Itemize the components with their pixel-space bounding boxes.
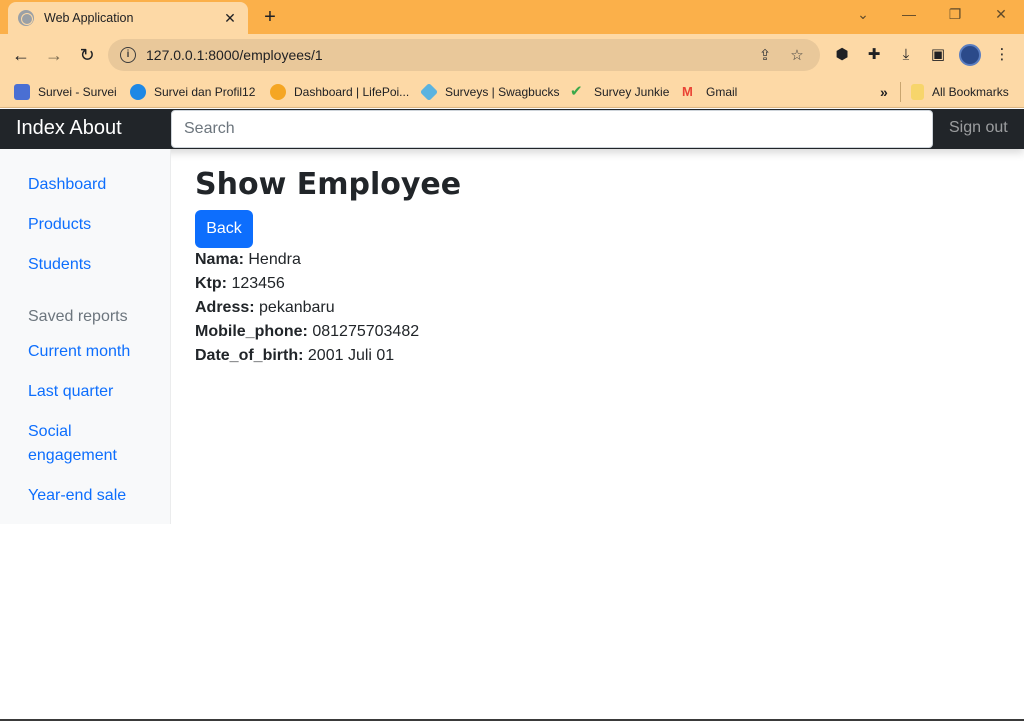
back-button[interactable]: Back [195, 210, 253, 248]
page-title: Show Employee [195, 167, 462, 202]
field-label: Mobile_phone: [195, 323, 308, 340]
profile-avatar[interactable] [959, 44, 981, 66]
sidebar-item-last-quarter[interactable]: Last quarter [28, 380, 113, 404]
sidebar-item-products[interactable]: Products [28, 213, 91, 237]
app-navbar: Index About Sign out [0, 109, 1024, 149]
sidebar-item-students[interactable]: Students [28, 253, 91, 277]
bookmark-item[interactable]: Dashboard | LifePoi... [270, 82, 409, 102]
browser-toolbar: ← → ↻ i 127.0.0.1:8000/employees/1 ⇪ ☆ ⬢… [0, 34, 1024, 76]
browser-tab-bar: Web Application ✕ + ⌄ — ❐ ✕ [0, 0, 1024, 34]
new-tab-button[interactable]: + [258, 5, 282, 29]
field-label: Adress: [195, 299, 255, 316]
all-bookmarks-label: All Bookmarks [932, 85, 1009, 99]
field-ktp: Ktp: 123456 [195, 272, 285, 296]
tab-search-icon[interactable]: ⌄ [840, 0, 886, 30]
bookmark-item[interactable]: M Gmail [682, 82, 737, 102]
bookmark-label: Surveys | Swagbucks [445, 85, 560, 99]
field-value: 081275703482 [312, 323, 420, 340]
extensions-puzzle-icon[interactable]: ✚ [863, 44, 885, 66]
globe-icon [18, 10, 34, 26]
menu-kebab-icon[interactable]: ⋮ [991, 44, 1013, 66]
sidebar-item-dashboard[interactable]: Dashboard [28, 173, 106, 197]
bookmark-favicon-icon [419, 82, 439, 102]
bookmark-favicon-icon [130, 84, 146, 100]
site-info-icon[interactable]: i [120, 47, 136, 63]
download-icon[interactable]: ⤓ [895, 44, 917, 66]
field-value: Hendra [248, 251, 301, 268]
sign-out-link[interactable]: Sign out [949, 119, 1008, 137]
bookmark-favicon-icon [270, 84, 286, 100]
gmail-icon: M [682, 84, 693, 99]
side-panel-icon[interactable]: ▣ [927, 44, 949, 66]
field-label: Date_of_birth: [195, 347, 304, 364]
field-value: pekanbaru [259, 299, 335, 316]
navbar-brand[interactable]: Index About [16, 117, 122, 140]
bookmark-favicon-icon [14, 84, 30, 100]
bookmarks-bar: Survei - Survei Survei dan Profil12 Dash… [0, 76, 1024, 108]
bookmark-label: Dashboard | LifePoi... [294, 85, 410, 99]
sidebar-item-year-end-sale[interactable]: Year-end sale [28, 484, 126, 508]
star-icon[interactable]: ☆ [786, 46, 808, 64]
sidebar-item-social-engagement[interactable]: Social engagement [28, 420, 138, 468]
bookmarks-divider [900, 82, 901, 102]
checkmark-icon: ✔ [570, 83, 583, 100]
tab-title: Web Application [44, 11, 134, 25]
forward-arrow-icon[interactable]: → [41, 42, 67, 68]
saved-reports-heading: Saved reports [28, 308, 128, 325]
field-adress: Adress: pekanbaru [195, 296, 335, 320]
reload-icon[interactable]: ↻ [74, 42, 100, 68]
more-bookmarks-icon[interactable]: » [880, 82, 888, 102]
bookmark-item[interactable]: ✔ Survey Junkie [570, 82, 669, 102]
browser-tab[interactable]: Web Application ✕ [8, 2, 248, 34]
bookmark-label: Gmail [706, 85, 738, 99]
address-bar[interactable]: i 127.0.0.1:8000/employees/1 ⇪ ☆ [108, 39, 820, 71]
bookmark-label: Survei - Survei [38, 85, 117, 99]
back-arrow-icon[interactable]: ← [8, 42, 34, 68]
folder-icon [911, 84, 924, 100]
minimize-button[interactable]: — [886, 0, 932, 30]
all-bookmarks-item[interactable]: All Bookmarks [911, 82, 1009, 102]
extension-hex-icon[interactable]: ⬢ [831, 44, 853, 66]
bookmark-item[interactable]: Survei dan Profil12 [130, 82, 255, 102]
sidebar: Dashboard Products Students Saved report… [0, 149, 171, 524]
field-label: Nama: [195, 251, 244, 268]
share-icon[interactable]: ⇪ [754, 46, 776, 64]
sidebar-item-current-month[interactable]: Current month [28, 340, 130, 364]
bookmark-label: Survei dan Profil12 [154, 85, 256, 99]
field-value: 123456 [231, 275, 285, 292]
close-window-button[interactable]: ✕ [978, 0, 1024, 30]
restore-button[interactable]: ❐ [932, 0, 978, 30]
search-input[interactable] [171, 110, 933, 148]
bookmark-label: Survey Junkie [594, 85, 670, 99]
bookmark-item[interactable]: Surveys | Swagbucks [419, 82, 560, 102]
field-value: 2001 Juli 01 [307, 347, 395, 364]
url-text[interactable]: 127.0.0.1:8000/employees/1 [146, 47, 744, 63]
close-tab-icon[interactable]: ✕ [222, 10, 238, 27]
field-date-of-birth: Date_of_birth: 2001 Juli 01 [195, 344, 394, 368]
field-nama: Nama: Hendra [195, 248, 301, 272]
field-mobile-phone: Mobile_phone: 081275703482 [195, 320, 419, 344]
bookmark-item[interactable]: Survei - Survei [14, 82, 117, 102]
field-label: Ktp: [195, 275, 227, 292]
